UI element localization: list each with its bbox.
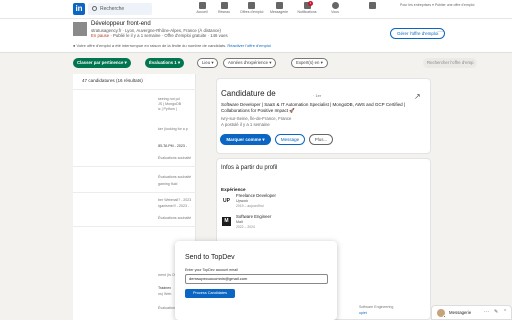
- experience-title: Freelance Developer: [236, 193, 276, 198]
- experience-filter[interactable]: Années d'expérience ▾: [223, 58, 277, 68]
- briefcase-icon: [247, 2, 255, 9]
- modal-title: Send to TopDev: [185, 254, 235, 261]
- chevron-up-icon[interactable]: ⌃: [503, 309, 507, 315]
- online-status-icon: [443, 315, 446, 318]
- list-item[interactable]: gaming fluid: [158, 182, 177, 186]
- messaging-bar[interactable]: Messagerie ··· ✎ ⌃: [431, 305, 512, 320]
- linkedin-logo-icon[interactable]: in: [73, 3, 85, 15]
- candidate-count: 47 candidatures (16 résultats): [82, 78, 143, 83]
- reactivate-link[interactable]: Réactiver l'offre d'emploi: [227, 43, 270, 48]
- upwork-logo-icon: UP: [223, 198, 230, 204]
- compose-icon[interactable]: ✎: [494, 309, 498, 315]
- message-button[interactable]: Message: [275, 134, 305, 145]
- list-item[interactable]: Évaluations souhaité: [158, 175, 191, 179]
- status-details: · Publié le il y a 1 semaine · Offre d'e…: [109, 33, 228, 38]
- notification-badge: 1: [308, 1, 313, 6]
- process-candidates-button[interactable]: Process Candidates: [185, 289, 235, 298]
- nav-business-links[interactable]: Pour les entreprises ▾ Publier une offre…: [400, 3, 512, 7]
- status-paused: En pause: [91, 33, 110, 38]
- modal-email-label: Enter your TopDev account email: [185, 268, 238, 272]
- experience-title: Software Engineer: [236, 214, 272, 219]
- more-options-button[interactable]: ···: [438, 29, 444, 35]
- more-icon[interactable]: ···: [484, 309, 489, 315]
- sort-filter[interactable]: Classer par pertinence ▾: [73, 58, 131, 68]
- skills-filter[interactable]: Expert(s) en ▾: [291, 58, 328, 68]
- more-button[interactable]: Plus...: [309, 134, 333, 145]
- filter-bar: Classer par pertinence ▾ Évaluations 1 ▾…: [73, 58, 512, 68]
- nav-item-business[interactable]: [352, 2, 392, 18]
- search-input[interactable]: Recherche: [88, 3, 152, 15]
- job-note-text: Votre offre d'emploi a été interrompue e…: [76, 43, 227, 48]
- list-item[interactable]: seeing not pd: [158, 97, 180, 101]
- divider: [73, 166, 196, 167]
- company-logo: [73, 22, 87, 36]
- list-item[interactable]: Évaluations souhaité: [158, 216, 191, 220]
- nav-item-home[interactable]: Accueil: [191, 2, 213, 18]
- experience-dates: 2022 – 2024: [236, 225, 255, 229]
- experience-dates: 2019 – aujourd'hui: [236, 204, 264, 208]
- nav-item-notifications[interactable]: 1 Notifications: [296, 1, 318, 18]
- malt-logo-icon: M: [222, 217, 231, 226]
- profile-fragment: Software Engineering: [359, 305, 394, 309]
- profile-section-title: Infos à partir du profil: [221, 165, 278, 171]
- list-item[interactable]: JS | MongoDB: [158, 102, 181, 106]
- nav-item-network[interactable]: Réseau: [213, 2, 235, 18]
- home-icon: [198, 2, 206, 9]
- people-icon: [220, 2, 228, 9]
- job-title[interactable]: Développeur front-end: [91, 21, 151, 27]
- list-item[interactable]: Tradnex: [158, 286, 171, 290]
- location-filter[interactable]: Lieu ▾: [197, 58, 219, 68]
- profile-fragment: uplet: [359, 311, 367, 315]
- job-note: ● Votre offre d'emploi a été interrompue…: [73, 43, 271, 48]
- send-to-topdev-modal: Send to TopDev Enter your TopDev account…: [175, 241, 337, 320]
- ratings-filter[interactable]: Évaluations 1 ▾: [145, 58, 185, 68]
- grid-icon: [368, 2, 376, 9]
- experience-company: Malt: [236, 220, 243, 224]
- list-item[interactable]: rganisme/!! - 2023 -: [158, 204, 189, 208]
- list-item[interactable]: ns) Web: [158, 292, 171, 296]
- search-icon: [92, 6, 97, 11]
- top-navigation: in Recherche Accueil Réseau Offres d'emp…: [0, 0, 512, 19]
- chat-icon: [275, 2, 283, 9]
- nav-item-me[interactable]: Vous: [324, 2, 346, 18]
- list-item[interactable]: IELTA PM - 2023 -: [158, 144, 187, 148]
- list-item[interactable]: ker (looking for a p: [158, 127, 188, 131]
- divider: [73, 226, 196, 227]
- search-placeholder: Recherche: [100, 6, 125, 12]
- share-arrow-icon[interactable]: ↗: [414, 92, 421, 101]
- candidate-headline: Software Developer | SaaS & IT Automatio…: [221, 102, 406, 113]
- mark-as-button[interactable]: Marquer comme ▾: [220, 134, 271, 145]
- divider: [73, 192, 196, 193]
- candidate-card: Candidature de · 1er ↗ Software Develope…: [216, 78, 431, 154]
- avatar-icon: [331, 2, 339, 9]
- candidate-location: Ivry-sur-Seine, Île-de-France, France: [221, 116, 292, 121]
- connection-degree: · 1er: [313, 93, 322, 98]
- email-field[interactable]: dernsupecuocomnin@gmail.com: [185, 274, 328, 284]
- experience-company: Upwork: [236, 199, 249, 203]
- job-header: Développeur front-end stratusagency.fr ·…: [0, 19, 512, 53]
- nav-item-messaging[interactable]: Messagerie: [268, 2, 290, 18]
- divider: [73, 89, 196, 90]
- nav-item-jobs[interactable]: Offres d'emploi: [240, 2, 263, 18]
- job-status: En pause · Publié le il y a 1 semaine · …: [91, 33, 228, 38]
- candidate-title: Candidature de: [221, 89, 276, 98]
- search-job-disabled: Rechercher l'offre d'emp: [423, 58, 478, 68]
- list-item[interactable]: ment (Is Oy: [158, 273, 177, 277]
- candidate-applied-date: A postulé il y a 1 semaine: [221, 122, 270, 127]
- messaging-label: Messagerie: [449, 310, 472, 315]
- experience-label: Expérience: [221, 187, 246, 192]
- list-item[interactable]: ic | Python |: [158, 107, 177, 111]
- list-item[interactable]: Évaluations souhaité: [158, 156, 191, 160]
- list-item[interactable]: ber Webmail? - 2023: [158, 198, 191, 202]
